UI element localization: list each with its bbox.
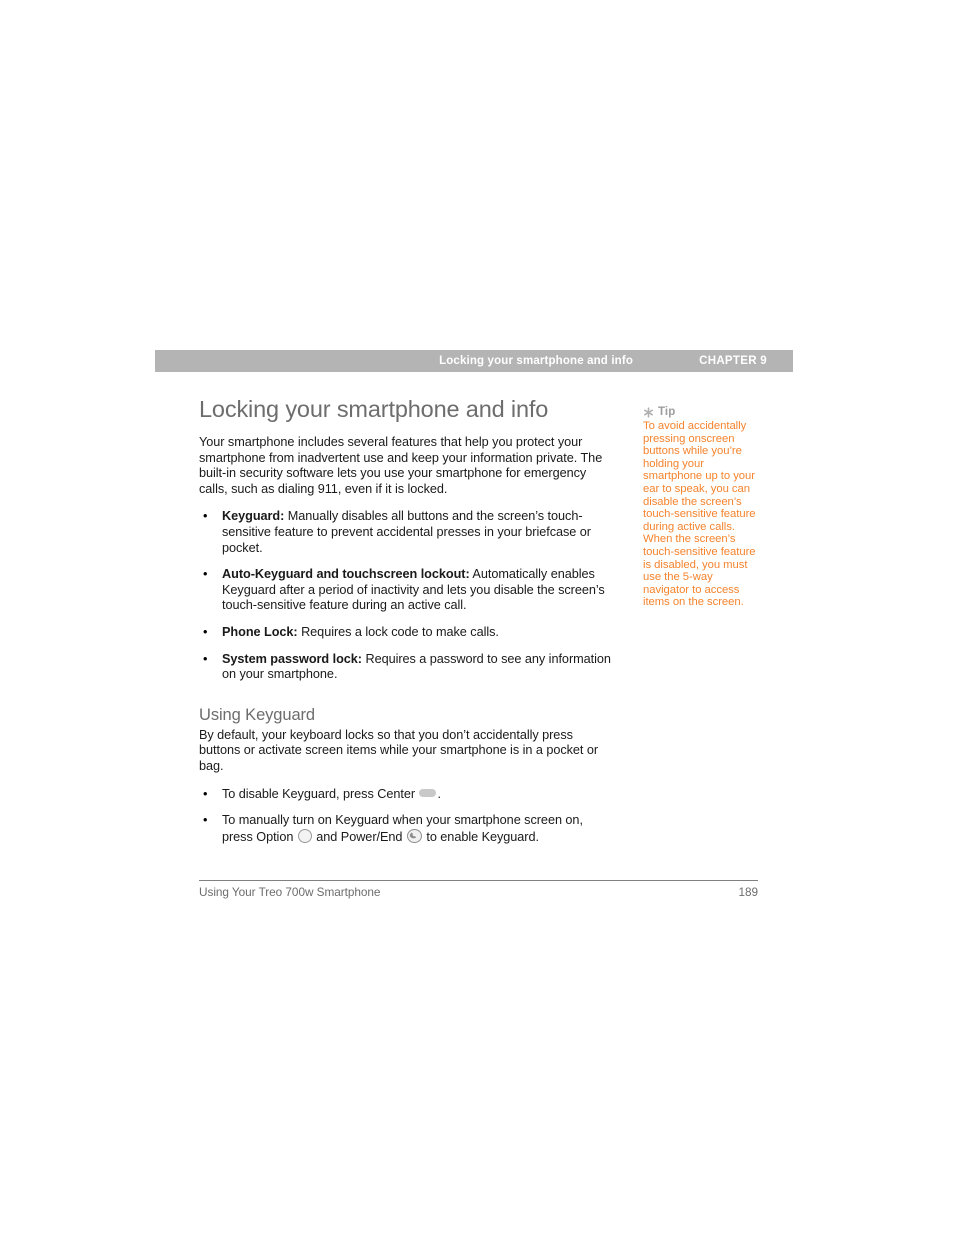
running-header-bar: Locking your smartphone and info CHAPTER… bbox=[155, 350, 793, 372]
running-header-chapter: CHAPTER 9 bbox=[699, 355, 767, 367]
list-item: • System password lock: Requires a passwo… bbox=[199, 652, 613, 683]
list-item-text-tail: to enable Keyguard. bbox=[422, 829, 539, 844]
list-item: • Keyguard: Manually disables all buttons… bbox=[199, 509, 613, 556]
list-item-lead: Keyguard: bbox=[222, 509, 285, 524]
bullet-icon: • bbox=[203, 651, 208, 666]
list-item-text: Requires a lock code to make calls. bbox=[297, 624, 499, 639]
list-item-text: To disable Keyguard, press Center bbox=[222, 786, 419, 801]
keyguard-steps-list: • To disable Keyguard, press Center . • To… bbox=[199, 787, 613, 846]
bullet-icon: • bbox=[203, 509, 208, 524]
running-header-title: Locking your smartphone and info bbox=[439, 355, 633, 367]
list-item: • To disable Keyguard, press Center . bbox=[199, 787, 613, 803]
tip-body-text: To avoid accidentally pressing onscreen … bbox=[643, 420, 756, 609]
list-item-text-mid: and Power/End bbox=[312, 829, 406, 844]
subsection-intro-paragraph: By default, your keyboard locks so that … bbox=[199, 727, 599, 773]
center-key-icon bbox=[419, 788, 437, 797]
main-content-column: Locking your smartphone and info Your sm… bbox=[199, 396, 613, 845]
list-item-text-tail: . bbox=[437, 786, 441, 801]
tip-sidebar: Tip To avoid accidentally pressing onscr… bbox=[643, 406, 761, 609]
section-subheading: Using Keyguard bbox=[199, 705, 316, 724]
list-item-lead: System password lock: bbox=[222, 651, 362, 666]
list-item: • To manually turn on Keyguard when your … bbox=[199, 813, 613, 845]
document-page: Locking your smartphone and info CHAPTER… bbox=[0, 0, 954, 1235]
bullet-icon: • bbox=[203, 567, 208, 582]
option-key-icon bbox=[297, 828, 312, 843]
tip-label: Tip bbox=[658, 406, 676, 418]
tip-header: Tip bbox=[643, 406, 761, 418]
footer-page-number: 189 bbox=[738, 885, 758, 899]
list-item-lead: Auto-Keyguard and touchscreen lockout: bbox=[222, 567, 470, 582]
bullet-icon: • bbox=[203, 813, 208, 828]
list-item: • Auto-Keyguard and touchscreen lockout: … bbox=[199, 567, 613, 614]
security-features-list: • Keyguard: Manually disables all buttons… bbox=[199, 509, 613, 682]
footer-divider bbox=[199, 880, 758, 881]
list-item: • Phone Lock: Requires a lock code to mak… bbox=[199, 625, 613, 641]
page-footer: Using Your Treo 700w Smartphone 189 bbox=[199, 885, 758, 899]
bullet-icon: • bbox=[203, 786, 208, 801]
asterisk-icon bbox=[643, 406, 654, 418]
bullet-icon: • bbox=[203, 624, 208, 639]
intro-paragraph: Your smartphone includes several feature… bbox=[199, 435, 603, 496]
footer-book-title: Using Your Treo 700w Smartphone bbox=[199, 885, 381, 899]
power-end-key-icon bbox=[406, 828, 422, 843]
list-item-lead: Phone Lock: bbox=[222, 624, 298, 639]
page-title: Locking your smartphone and info bbox=[199, 396, 549, 422]
